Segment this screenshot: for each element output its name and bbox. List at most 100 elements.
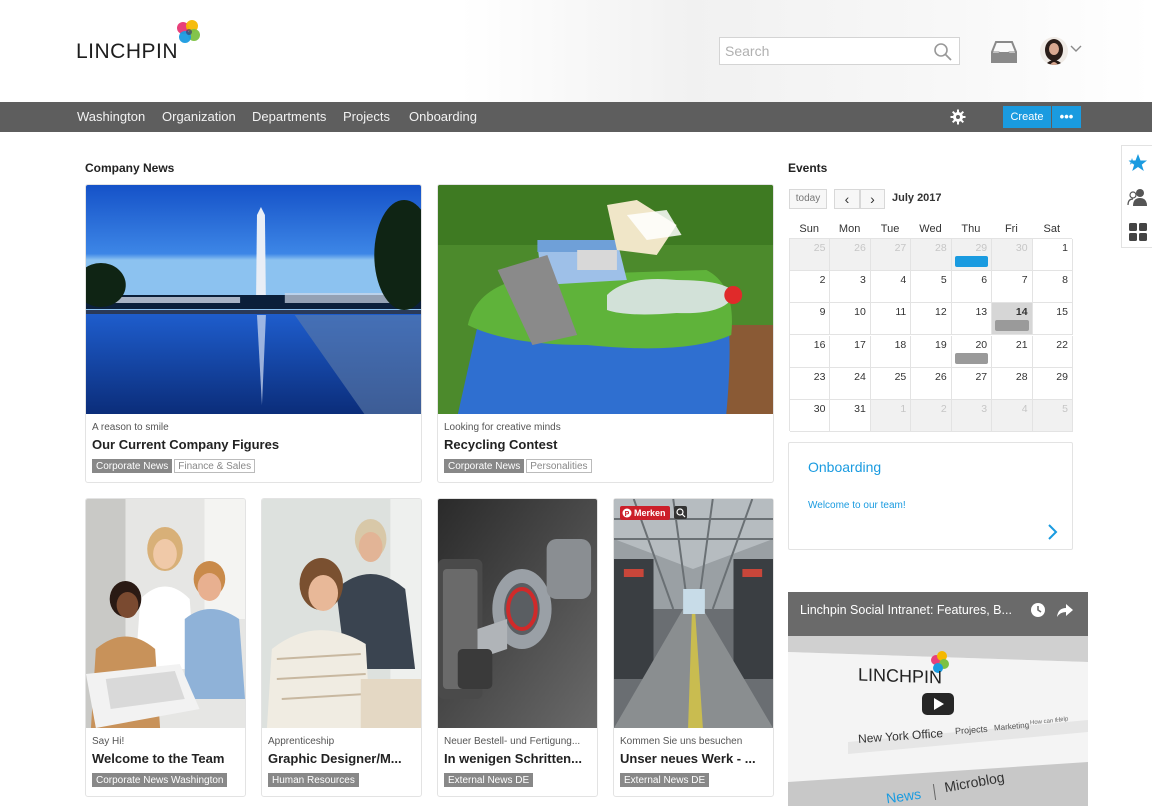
calendar-day[interactable]: 3	[951, 399, 993, 432]
news-card-title[interactable]: In wenigen Schritten...	[444, 751, 594, 766]
calendar-prev-button[interactable]: ‹	[834, 189, 860, 209]
tag[interactable]: Human Resources	[268, 773, 359, 787]
calendar-weekday: Sun	[799, 223, 819, 235]
tag[interactable]: Corporate News	[92, 459, 173, 473]
news-card[interactable]: A reason to smile Our Current Company Fi…	[85, 184, 422, 483]
calendar-day[interactable]: 27	[951, 367, 993, 400]
video-embed[interactable]: Linchpin Social Intranet: Features, B...…	[788, 592, 1088, 806]
nav-item-washington[interactable]: Washington	[77, 102, 145, 132]
clock-icon[interactable]	[1030, 602, 1046, 618]
calendar-day[interactable]: 9	[790, 303, 831, 336]
onboarding-title[interactable]: Onboarding	[808, 459, 881, 475]
inbox-icon[interactable]	[989, 40, 1019, 64]
calendar-day[interactable]: 24	[830, 367, 871, 400]
pin-badge[interactable]: P Merken	[620, 506, 670, 520]
calendar-day[interactable]: 29	[1032, 367, 1073, 400]
nav-item-organization[interactable]: Organization	[162, 102, 236, 132]
calendar-day[interactable]: 19	[911, 335, 952, 368]
calendar-day[interactable]: 28	[911, 239, 952, 272]
star-icon[interactable]	[1127, 152, 1149, 174]
grid-icon[interactable]	[1127, 221, 1149, 243]
calendar-event[interactable]	[995, 320, 1029, 332]
gear-icon[interactable]	[950, 109, 966, 125]
user-add-icon[interactable]	[1127, 186, 1149, 208]
calendar-day[interactable]: 1	[870, 399, 912, 432]
calendar-day[interactable]: 2	[911, 399, 952, 432]
calendar-next-button[interactable]: ›	[860, 189, 885, 209]
calendar-day[interactable]: 10	[830, 303, 871, 336]
calendar-day[interactable]: 16	[790, 335, 831, 368]
calendar-day[interactable]: 5	[1032, 399, 1073, 432]
calendar-day[interactable]: 12	[911, 303, 952, 336]
calendar-day[interactable]: 3	[830, 271, 871, 304]
calendar-day[interactable]: 28	[992, 367, 1033, 400]
calendar-day[interactable]: 22	[1032, 335, 1073, 368]
calendar-day[interactable]: 31	[830, 399, 871, 432]
calendar-day[interactable]: 25	[790, 239, 831, 272]
calendar-day[interactable]: 23	[790, 367, 831, 400]
calendar-day[interactable]: 8	[1032, 271, 1073, 304]
calendar-today-button[interactable]: today	[789, 189, 827, 209]
calendar-day[interactable]: 18	[870, 335, 912, 368]
tag[interactable]: Finance & Sales	[174, 459, 256, 473]
calendar-day[interactable]: 17	[830, 335, 871, 368]
calendar-day[interactable]: 30	[790, 399, 831, 432]
nav-item-projects[interactable]: Projects	[343, 102, 390, 132]
calendar-day[interactable]: 5	[911, 271, 952, 304]
search-icon[interactable]	[933, 42, 953, 62]
side-toolbar	[1121, 145, 1152, 248]
linchpin-logo[interactable]: LINCHPIN	[76, 16, 206, 66]
news-image-machinery	[438, 499, 597, 728]
news-card[interactable]: Apprenticeship Graphic Designer/M... Hum…	[261, 498, 422, 797]
calendar-event[interactable]	[954, 256, 989, 267]
onboarding-widget[interactable]: Onboarding Welcome to our team!	[788, 442, 1073, 550]
news-card-title[interactable]: Welcome to the Team	[92, 751, 242, 766]
news-card-title[interactable]: Our Current Company Figures	[92, 437, 412, 452]
news-card-title[interactable]: Unser neues Werk - ...	[620, 751, 770, 766]
tag[interactable]: Corporate News Washington	[92, 773, 228, 787]
zoom-icon[interactable]	[674, 506, 687, 519]
chevron-right-icon[interactable]	[1046, 523, 1058, 541]
calendar-day[interactable]: 4	[870, 271, 912, 304]
more-options-button[interactable]: •••	[1052, 106, 1081, 128]
tag[interactable]: External News DE	[620, 773, 710, 787]
news-card[interactable]: P Merken Kommen Sie uns besuchen Unser n…	[613, 498, 774, 797]
nav-item-departments[interactable]: Departments	[252, 102, 326, 132]
calendar-day[interactable]: 25	[870, 367, 912, 400]
news-image-recycling	[438, 185, 773, 414]
news-card[interactable]: Looking for creative minds Recycling Con…	[437, 184, 774, 483]
calendar-day[interactable]: 21	[992, 335, 1033, 368]
calendar-day[interactable]: 1	[1032, 239, 1073, 272]
calendar-day[interactable]: 11	[870, 303, 912, 336]
news-card-title[interactable]: Graphic Designer/M...	[268, 751, 418, 766]
calendar-day[interactable]: 27	[870, 239, 912, 272]
video-title[interactable]: Linchpin Social Intranet: Features, B...	[800, 603, 1030, 617]
create-button[interactable]: Create	[1003, 106, 1051, 128]
news-card-tags: Corporate News Personalities	[444, 459, 592, 473]
tag[interactable]: Personalities	[526, 459, 592, 473]
calendar-weekday: Tue	[880, 223, 900, 235]
calendar-weekday: Fri	[1004, 223, 1018, 235]
avatar[interactable]	[1040, 37, 1068, 65]
calendar-day[interactable]: 13	[951, 303, 993, 336]
calendar-day[interactable]: 30	[992, 239, 1033, 272]
news-card[interactable]: Neuer Bestell- und Fertigung... In wenig…	[437, 498, 598, 797]
tag[interactable]: External News DE	[444, 773, 534, 787]
onboarding-text[interactable]: Welcome to our team!	[808, 500, 906, 511]
calendar-day[interactable]: 26	[830, 239, 871, 272]
calendar-day[interactable]: 7	[992, 271, 1033, 304]
share-icon[interactable]	[1056, 602, 1074, 618]
calendar-event[interactable]	[954, 352, 989, 364]
tag[interactable]: Corporate News	[444, 459, 525, 473]
calendar-day[interactable]: 6	[951, 271, 993, 304]
news-card-tags: Corporate News Washington	[92, 773, 228, 787]
nav-item-onboarding[interactable]: Onboarding	[409, 102, 477, 132]
chevron-down-icon[interactable]	[1070, 44, 1082, 54]
news-card[interactable]: Say Hi! Welcome to the Team Corporate Ne…	[85, 498, 246, 797]
search-input[interactable]	[720, 38, 925, 64]
news-card-title[interactable]: Recycling Contest	[444, 437, 764, 452]
calendar-day[interactable]: 2	[790, 271, 831, 304]
calendar-day[interactable]: 4	[992, 399, 1033, 432]
calendar-day[interactable]: 26	[911, 367, 952, 400]
calendar-day[interactable]: 15	[1032, 303, 1073, 336]
